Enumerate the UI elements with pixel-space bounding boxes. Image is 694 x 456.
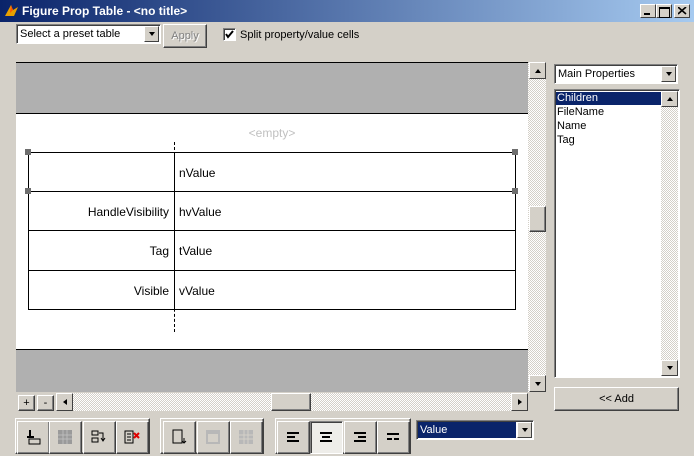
add-column-icon xyxy=(91,430,106,443)
table-cell-property[interactable]: Tag xyxy=(29,244,169,258)
close-button[interactable] xyxy=(674,4,690,18)
merge-cells-icon xyxy=(58,430,72,444)
property-group-select-value: Main Properties xyxy=(558,68,636,80)
list-item[interactable]: Tag xyxy=(556,134,661,147)
minimize-button[interactable] xyxy=(640,4,656,18)
table-row-line xyxy=(28,191,516,192)
table-column-line xyxy=(174,152,175,310)
selection-handle[interactable] xyxy=(512,188,518,194)
list-scroll-up-button[interactable] xyxy=(661,91,678,107)
close-icon xyxy=(678,7,687,15)
delete-row-button[interactable] xyxy=(116,421,149,454)
zoom-out-button[interactable]: - xyxy=(37,395,54,411)
property-list[interactable]: Children FileName Name Tag xyxy=(554,89,680,378)
checkmark-icon xyxy=(225,30,234,39)
justify-button[interactable] xyxy=(377,421,410,454)
frame-icon xyxy=(206,430,220,444)
split-cells-label: Split property/value cells xyxy=(240,29,360,41)
align-right-icon xyxy=(354,432,366,442)
insert-field-button[interactable] xyxy=(163,421,196,454)
table-row-line xyxy=(28,230,516,231)
table-cell-property[interactable]: Visible xyxy=(29,284,169,298)
column-type-select-value: Value xyxy=(420,424,448,436)
delete-icon xyxy=(124,430,140,444)
list-scroll-down-button[interactable] xyxy=(661,360,678,376)
scroll-right-button[interactable] xyxy=(511,393,528,411)
table-cell-value[interactable]: vValue xyxy=(179,284,215,298)
chevron-down-icon[interactable] xyxy=(144,26,159,42)
insert-row-button[interactable] xyxy=(17,421,50,454)
add-column-button[interactable] xyxy=(83,421,116,454)
preset-table-select-value: Select a preset table xyxy=(20,28,121,40)
scroll-up-button[interactable] xyxy=(529,62,546,79)
chevron-down-icon[interactable] xyxy=(517,422,532,438)
table-row-line xyxy=(28,270,516,271)
maximize-button[interactable] xyxy=(656,4,672,18)
maximize-icon xyxy=(659,7,670,18)
table-cell-value[interactable]: nValue xyxy=(179,166,215,180)
property-group-select[interactable]: Main Properties xyxy=(554,64,678,84)
vertical-scrollbar[interactable] xyxy=(528,62,546,392)
selection-handle[interactable] xyxy=(512,149,518,155)
align-left-button[interactable] xyxy=(277,421,310,454)
apply-button[interactable]: Apply xyxy=(163,24,207,48)
empty-placeholder: <empty> xyxy=(248,126,296,140)
align-right-button[interactable] xyxy=(344,421,377,454)
table-cell-value[interactable]: hvValue xyxy=(179,205,221,219)
align-center-icon xyxy=(320,432,332,442)
list-item[interactable]: FileName xyxy=(556,106,661,119)
frame-button[interactable] xyxy=(197,421,230,454)
app-icon xyxy=(5,5,18,16)
align-left-icon xyxy=(287,432,299,442)
insert-row-icon xyxy=(27,430,41,445)
window-title: Figure Prop Table - <no title> xyxy=(22,4,188,18)
merge-cells-button[interactable] xyxy=(49,421,82,454)
vertical-scroll-thumb[interactable] xyxy=(529,206,546,232)
minimize-icon xyxy=(644,13,650,15)
list-scrollbar[interactable] xyxy=(661,91,678,376)
justify-icon xyxy=(387,433,399,440)
align-center-button[interactable] xyxy=(310,421,343,454)
bottom-margin-area xyxy=(16,349,528,392)
selection-handle[interactable] xyxy=(25,149,31,155)
top-margin-area xyxy=(16,62,528,114)
scroll-left-button[interactable] xyxy=(56,393,73,411)
column-type-select[interactable]: Value xyxy=(416,420,534,440)
split-cells-checkbox[interactable] xyxy=(223,28,236,41)
grid-button[interactable] xyxy=(230,421,263,454)
preset-table-select[interactable]: Select a preset table xyxy=(16,24,161,44)
zoom-in-button[interactable]: + xyxy=(18,395,35,411)
horizontal-scroll-thumb[interactable] xyxy=(271,393,311,411)
table-cell-value[interactable]: tValue xyxy=(179,244,212,258)
insert-field-icon xyxy=(172,429,187,444)
table-cell-property[interactable]: HandleVisibility xyxy=(29,205,169,219)
list-item[interactable]: Name xyxy=(556,120,661,133)
title-bar: Figure Prop Table - <no title> xyxy=(0,0,694,22)
layout-canvas[interactable]: <empty> nValue HandleVisibility hvValue … xyxy=(16,62,528,392)
list-item[interactable]: Children xyxy=(556,92,661,105)
scroll-down-button[interactable] xyxy=(529,375,546,392)
chevron-down-icon[interactable] xyxy=(661,66,676,82)
horizontal-scrollbar[interactable] xyxy=(56,393,528,411)
grid-icon xyxy=(239,430,253,444)
add-property-button[interactable]: << Add xyxy=(554,387,679,411)
selection-handle[interactable] xyxy=(25,188,31,194)
